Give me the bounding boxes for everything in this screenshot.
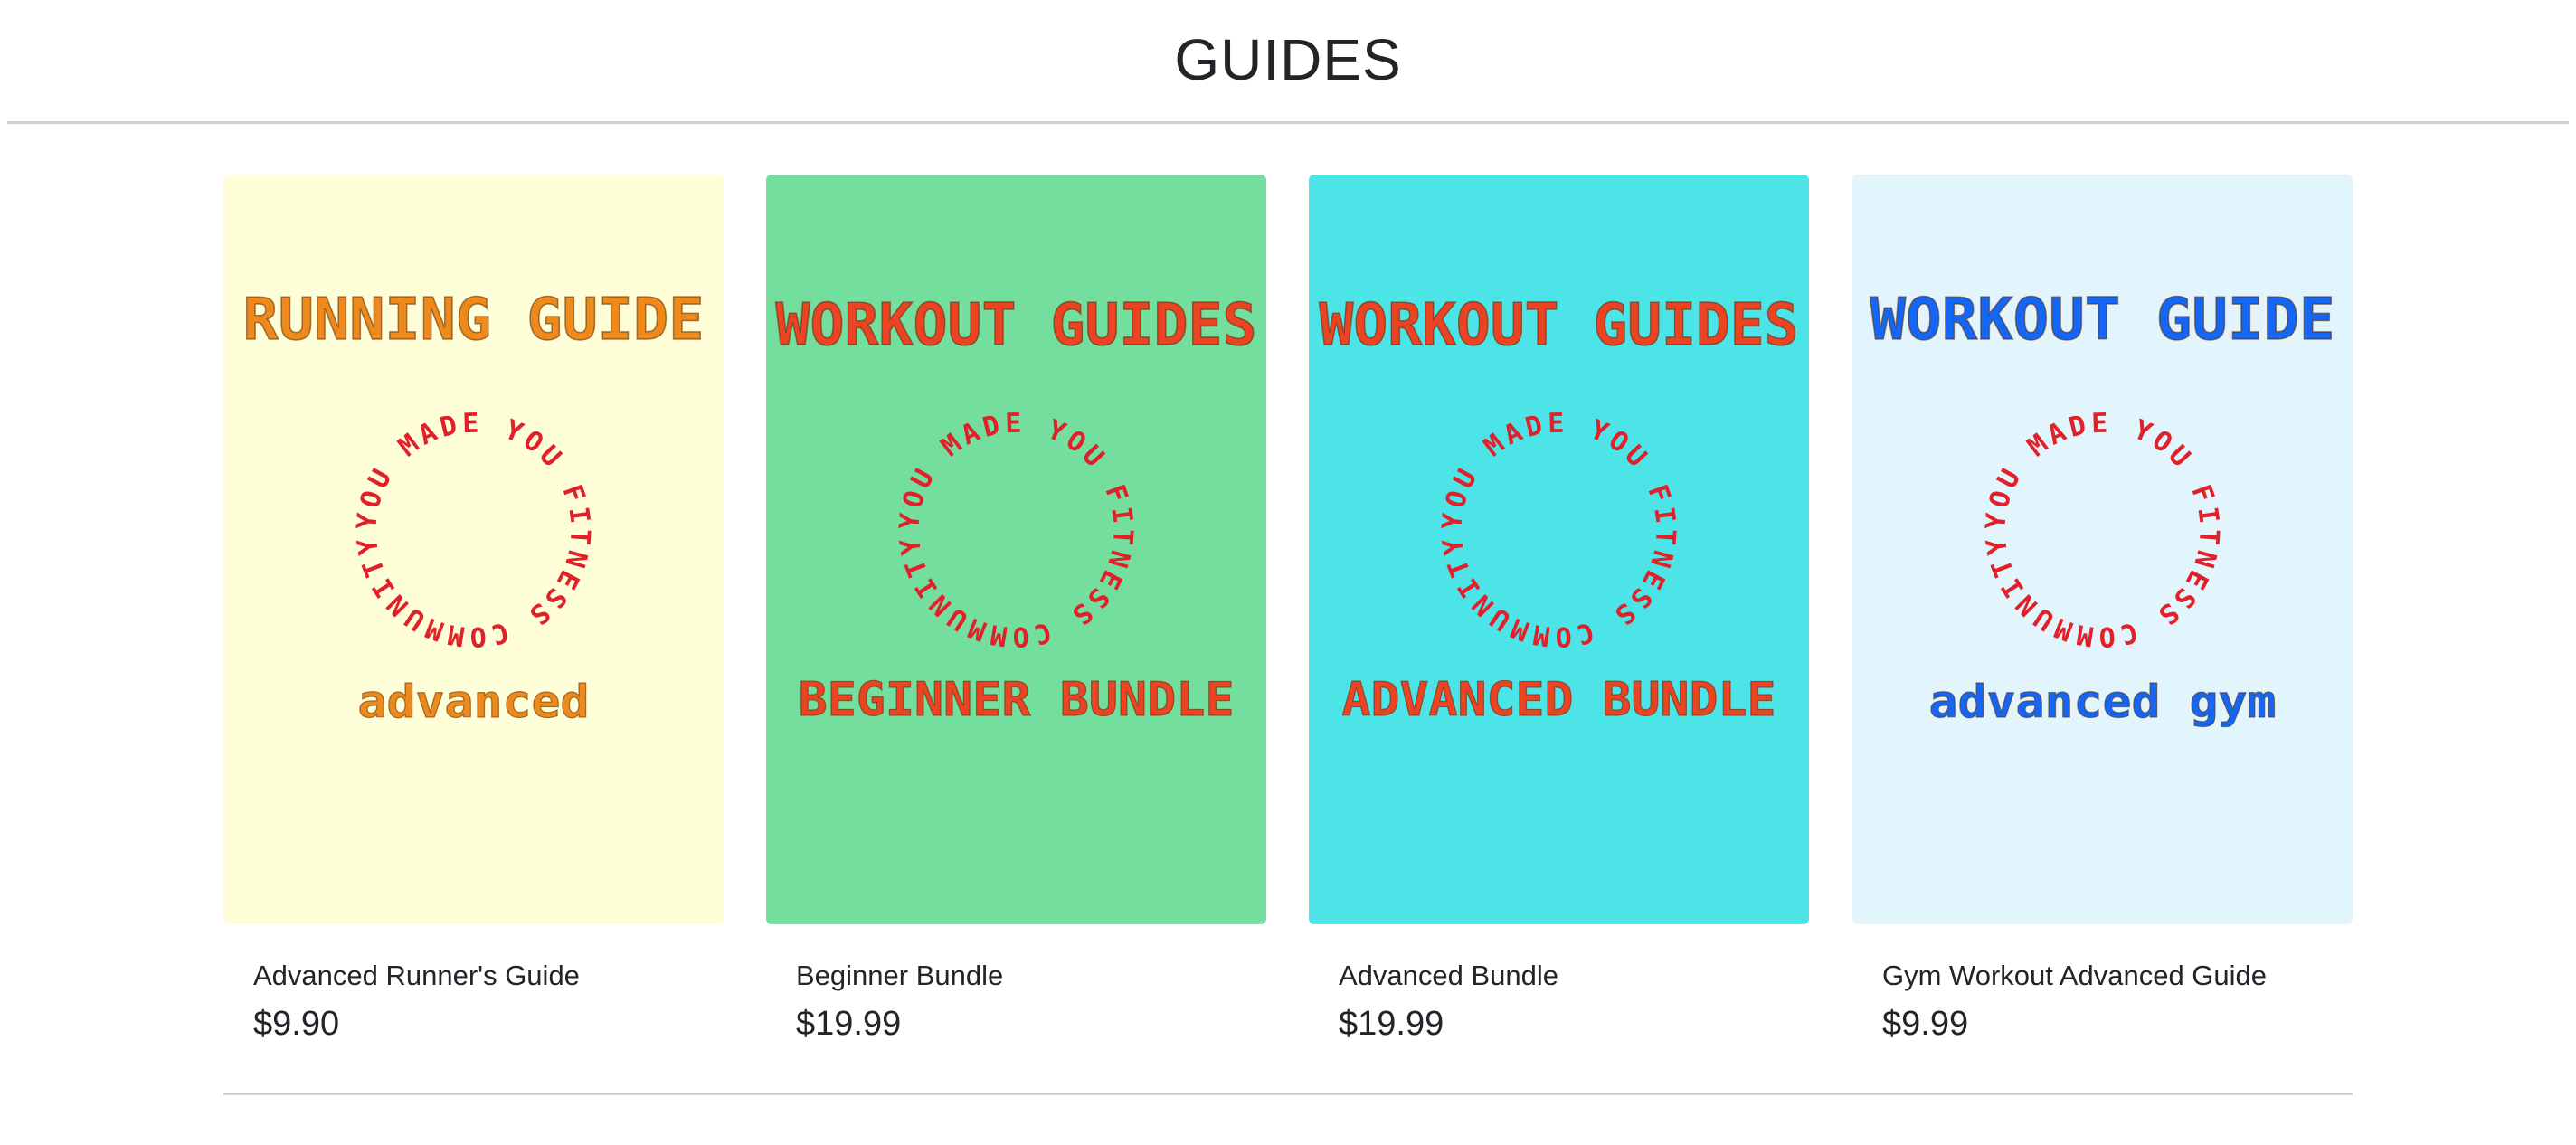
product-name[interactable]: Advanced Bundle [1339, 958, 1809, 994]
product-price: $19.99 [796, 1005, 902, 1043]
product-name[interactable]: Advanced Runner's Guide [253, 958, 724, 994]
product-name[interactable]: Beginner Bundle [796, 958, 1266, 994]
product-card[interactable]: WORKOUT GUIDES YOU MADE YOU FITNESS COMM… [766, 175, 1266, 1043]
cover-artwork: WORKOUT GUIDES YOU MADE YOU FITNESS COMM… [766, 175, 1266, 924]
title-divider [7, 121, 2569, 124]
product-cover-image[interactable]: WORKOUT GUIDE YOU MADE YOU FITNESS COMMU… [1852, 175, 2353, 924]
cover-background [1309, 175, 1809, 924]
cover-heading: RUNNING GUIDE [243, 287, 705, 354]
product-card[interactable]: WORKOUT GUIDES YOU MADE YOU FITNESS COMM… [1309, 175, 1809, 1043]
cover-heading: WORKOUT GUIDE [1870, 287, 2335, 354]
product-cover-image[interactable]: WORKOUT GUIDES YOU MADE YOU FITNESS COMM… [766, 175, 1266, 924]
guides-page: GUIDES RUNNING GUIDE YOU MADE YOU FITNES… [0, 0, 2576, 1145]
cover-artwork: RUNNING GUIDE YOU MADE YOU FITNESS COMMU… [223, 175, 724, 924]
bottom-divider [223, 1093, 2353, 1095]
product-price: $9.90 [253, 1005, 340, 1043]
cover-artwork: WORKOUT GUIDES YOU MADE YOU FITNESS COMM… [1309, 175, 1809, 924]
cover-heading: WORKOUT GUIDES [1320, 292, 1799, 359]
product-price: $19.99 [1339, 1005, 1444, 1043]
product-grid: RUNNING GUIDE YOU MADE YOU FITNESS COMMU… [223, 175, 2353, 1043]
product-cover-image[interactable]: RUNNING GUIDE YOU MADE YOU FITNESS COMMU… [223, 175, 724, 924]
product-name[interactable]: Gym Workout Advanced Guide [1882, 958, 2353, 994]
product-cover-image[interactable]: WORKOUT GUIDES YOU MADE YOU FITNESS COMM… [1309, 175, 1809, 924]
product-price: $9.99 [1882, 1005, 1969, 1043]
cover-background [766, 175, 1266, 924]
cover-subheading: BEGINNER BUNDLE [799, 673, 1235, 727]
cover-subheading: advanced gym [1929, 676, 2277, 728]
page-title: GUIDES [1174, 27, 1402, 92]
cover-heading: WORKOUT GUIDES [776, 292, 1257, 359]
product-card[interactable]: RUNNING GUIDE YOU MADE YOU FITNESS COMMU… [223, 175, 724, 1043]
product-card[interactable]: WORKOUT GUIDE YOU MADE YOU FITNESS COMMU… [1852, 175, 2353, 1043]
cover-subheading: ADVANCED BUNDLE [1342, 673, 1776, 727]
cover-artwork: WORKOUT GUIDE YOU MADE YOU FITNESS COMMU… [1852, 175, 2353, 924]
cover-subheading: advanced [358, 676, 590, 728]
